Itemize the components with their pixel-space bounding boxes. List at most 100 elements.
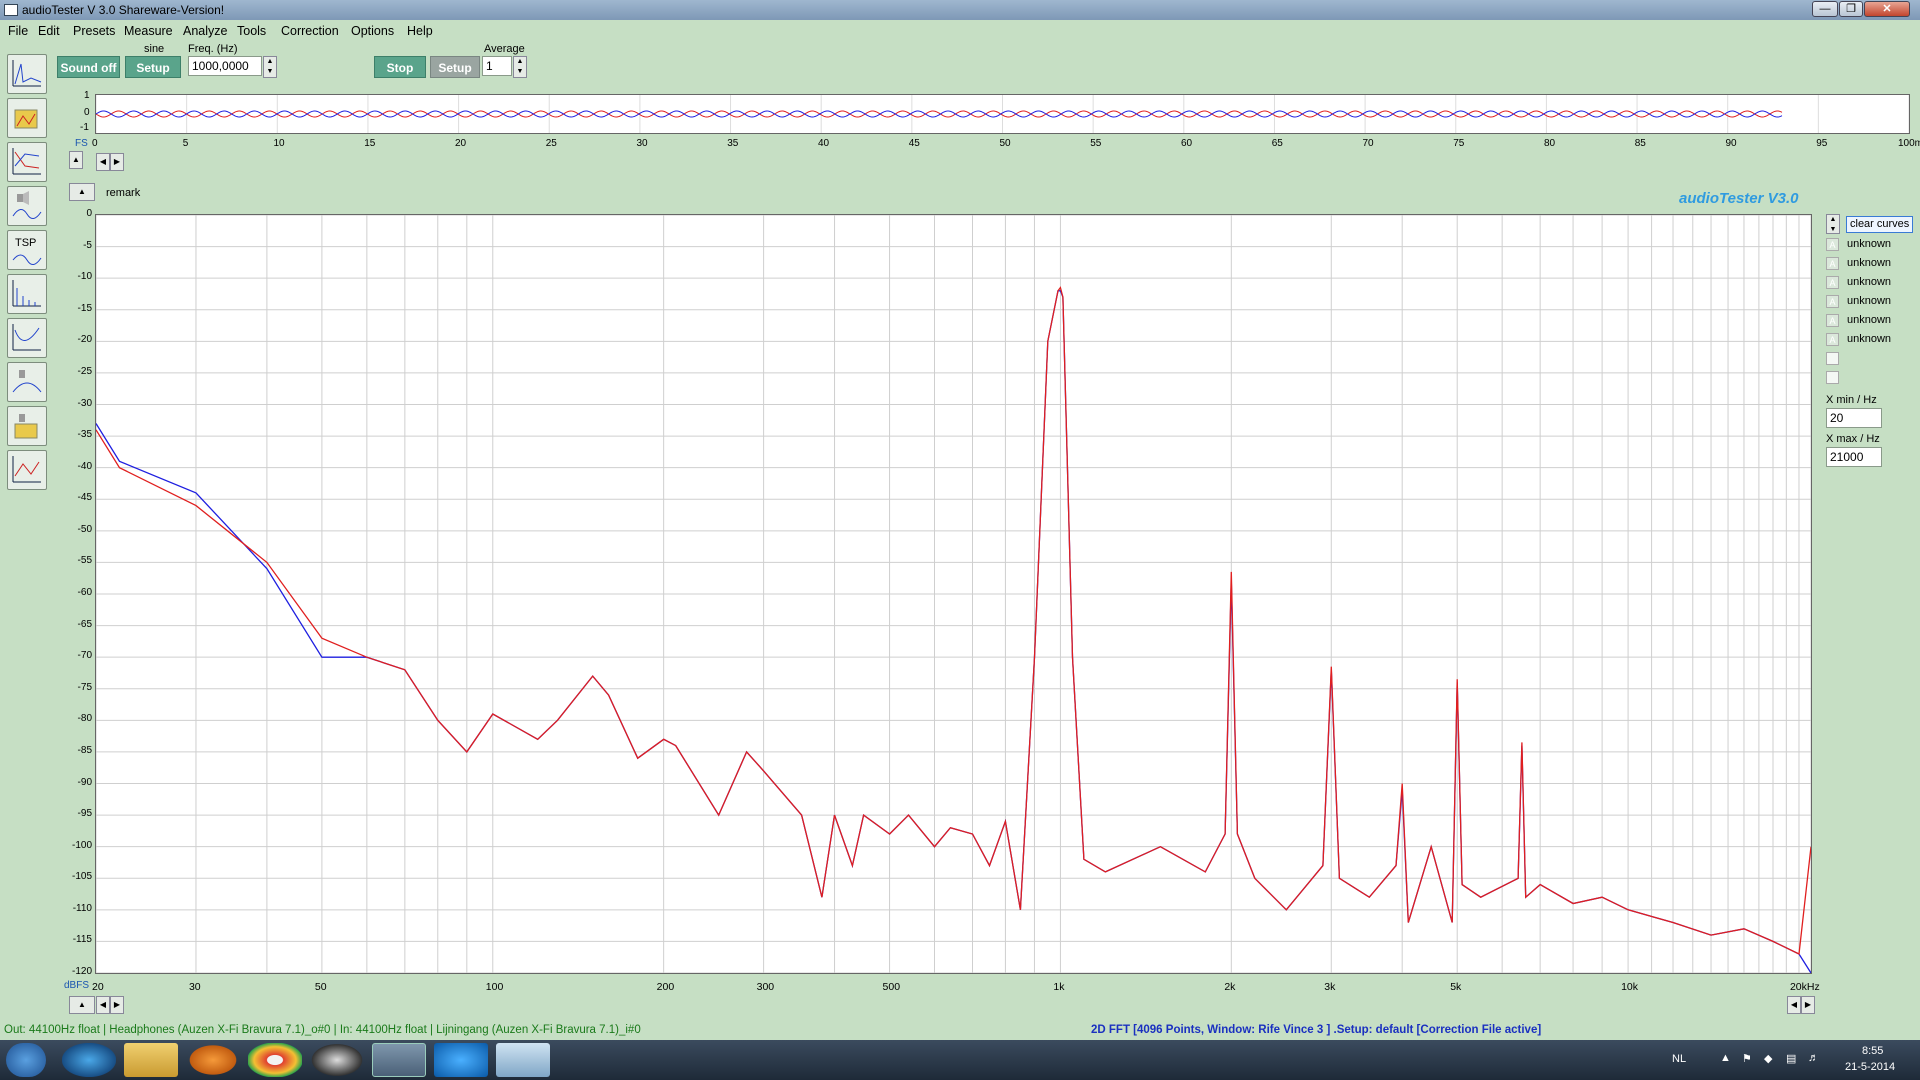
internet-explorer-icon[interactable]: [62, 1043, 116, 1077]
status-io: Out: 44100Hz float | Headphones (Auzen X…: [4, 1024, 641, 1036]
file-explorer-icon[interactable]: [124, 1043, 178, 1077]
xmax-label: X max / Hz: [1826, 433, 1880, 445]
fft-y-tick: -30: [77, 397, 92, 409]
tsp-icon[interactable]: TSP: [7, 230, 47, 270]
menu-analyze[interactable]: Analyze: [183, 24, 227, 38]
fft-y-tick: -85: [77, 744, 92, 756]
scope-zoom-stepper[interactable]: ▲: [69, 151, 83, 169]
notes-app-icon[interactable]: [496, 1043, 550, 1077]
frequency-input[interactable]: 1000,0000: [188, 56, 262, 76]
fft-y-tick: -110: [72, 902, 92, 914]
fft-view-icon[interactable]: [7, 54, 47, 94]
curve-toggle-icon[interactable]: A: [1826, 257, 1839, 270]
scope-x-tick: 30: [636, 138, 648, 149]
fft-scroll-right-end[interactable]: ▶: [1801, 996, 1815, 1014]
fft-y-tick: -70: [77, 650, 92, 662]
legend-stepper[interactable]: ▲ ▼: [1826, 214, 1840, 234]
window-title: audioTester V 3.0 Shareware-Version!: [22, 3, 225, 17]
scope-x-tick: 40: [818, 138, 830, 149]
curve-toggle-icon[interactable]: A: [1826, 238, 1839, 251]
xmin-input[interactable]: 20: [1826, 408, 1882, 428]
menu-measure[interactable]: Measure: [124, 24, 173, 38]
analyzer-setup-button[interactable]: Setup: [430, 56, 480, 78]
crossover-icon[interactable]: [7, 362, 47, 402]
average-input[interactable]: 1: [482, 56, 512, 76]
fft-scroll-left-end[interactable]: ◀: [1787, 996, 1801, 1014]
stop-button[interactable]: Stop: [374, 56, 426, 78]
fft-series-blue: [95, 290, 1812, 974]
menu-help[interactable]: Help: [407, 24, 433, 38]
taskbar: NL ▲ ⚑ ◆ ▤ ♬ 8:55 21-5-2014: [0, 1040, 1920, 1080]
clear-curves-button[interactable]: clear curves: [1846, 216, 1914, 233]
tray-dropbox-icon[interactable]: ◆: [1764, 1052, 1772, 1065]
curve-toggle-icon[interactable]: A: [1826, 276, 1839, 289]
menu-bar: File Edit Presets Measure Analyze Tools …: [0, 20, 1920, 40]
scope-scroll-left[interactable]: ◀: [96, 153, 110, 171]
average-label: Average: [484, 43, 525, 55]
generator-setup-button[interactable]: Setup: [125, 56, 181, 78]
chrome-icon[interactable]: [248, 1043, 302, 1077]
curve-toggle-icon[interactable]: A: [1826, 295, 1839, 308]
scope-x-tick: 10: [273, 138, 285, 149]
fft-x-tick: 20: [92, 981, 104, 993]
media-player-icon[interactable]: [186, 1043, 240, 1077]
xmax-input[interactable]: 21000: [1826, 447, 1882, 467]
average-stepper[interactable]: ▲ ▼: [513, 56, 527, 78]
itunes-icon[interactable]: [434, 1043, 488, 1077]
sound-off-button[interactable]: Sound off: [57, 56, 120, 78]
menu-correction[interactable]: Correction: [281, 24, 339, 38]
scope-x-tick: 100ms: [1898, 138, 1920, 149]
fft-y-tick: -115: [72, 934, 92, 946]
fft-scroll-right[interactable]: ▶: [110, 996, 124, 1014]
fft-x-tick: 3k: [1324, 981, 1336, 993]
fft-zoom-stepper[interactable]: ▲: [69, 183, 95, 201]
fft-y-tick: -75: [77, 681, 92, 693]
fft-y-tick: -95: [77, 808, 92, 820]
speaker-response-icon[interactable]: [7, 186, 47, 226]
start-button-icon[interactable]: [6, 1043, 46, 1077]
minimize-button[interactable]: —: [1812, 1, 1838, 17]
fft-x-tick: 10k: [1621, 981, 1639, 993]
menu-options[interactable]: Options: [351, 24, 394, 38]
scope-x-tick: 15: [364, 138, 376, 149]
curve-toggle-icon[interactable]: A: [1826, 333, 1839, 346]
tray-volume-icon[interactable]: ♬: [1808, 1052, 1819, 1064]
curve-toggle-icon[interactable]: [1826, 371, 1839, 384]
presets-folder-icon[interactable]: [7, 98, 47, 138]
measurement-setup-icon[interactable]: [7, 406, 47, 446]
frequency-stepper[interactable]: ▲ ▼: [263, 56, 277, 78]
impedance-icon[interactable]: [7, 318, 47, 358]
crossover-app-icon[interactable]: [310, 1043, 364, 1077]
audiotester-task-icon[interactable]: [372, 1043, 426, 1077]
spectrum-icon[interactable]: [7, 274, 47, 314]
step-response-icon[interactable]: [7, 450, 47, 490]
scope-x-tick: 55: [1090, 138, 1102, 149]
fft-chart: [95, 214, 1812, 974]
frequency-response-icon[interactable]: [7, 142, 47, 182]
scope-x-tick: 45: [908, 138, 920, 149]
tray-arrow-icon[interactable]: ▲: [1720, 1052, 1731, 1064]
menu-edit[interactable]: Edit: [38, 24, 60, 38]
y-unit-label: dBFS: [64, 980, 90, 991]
curve-toggle-icon[interactable]: A: [1826, 314, 1839, 327]
fft-x-tick: 20kHz: [1789, 981, 1820, 993]
fft-scroll-left[interactable]: ◀: [96, 996, 110, 1014]
fft-plot[interactable]: [95, 214, 1812, 974]
language-indicator[interactable]: NL: [1672, 1053, 1686, 1065]
fft-x-tick: 1k: [1053, 981, 1065, 993]
scope-plot[interactable]: [95, 94, 1910, 134]
menu-file[interactable]: File: [8, 24, 28, 38]
svg-text:TSP: TSP: [15, 237, 36, 249]
scope-x-tick: 5: [182, 138, 189, 149]
fft-y-tick: -50: [77, 523, 92, 535]
fft-x-tick: 100: [485, 981, 504, 993]
menu-tools[interactable]: Tools: [237, 24, 266, 38]
menu-presets[interactable]: Presets: [73, 24, 115, 38]
fft-bottom-zoom-stepper[interactable]: ▲: [69, 996, 95, 1014]
close-button[interactable]: ✕: [1864, 1, 1910, 17]
tray-flag-icon[interactable]: ⚑: [1742, 1052, 1752, 1065]
curve-toggle-icon[interactable]: [1826, 352, 1839, 365]
scope-scroll-right[interactable]: ▶: [110, 153, 124, 171]
maximize-button[interactable]: ❐: [1839, 1, 1863, 17]
tray-network-icon[interactable]: ▤: [1786, 1052, 1796, 1065]
